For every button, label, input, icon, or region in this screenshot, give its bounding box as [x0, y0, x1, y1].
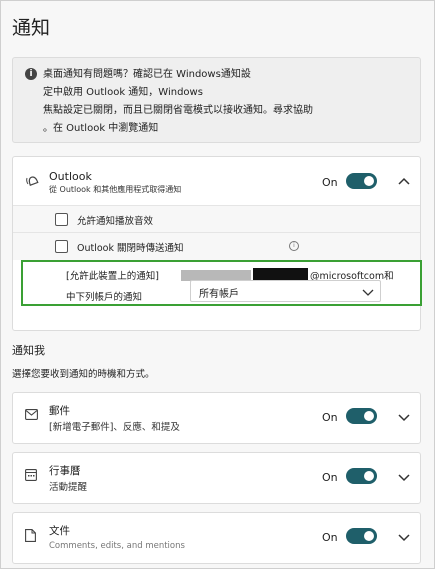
toggle-knob: [364, 531, 374, 541]
calendar-title: 行事曆: [49, 465, 81, 477]
account-label-prefix: [允許此裝置上的通知]: [66, 271, 159, 282]
chevron-down-icon[interactable]: [398, 534, 410, 542]
category-mail[interactable]: 郵件 [新增電子郵件]、反應、和提及 On: [12, 392, 421, 444]
toggle-knob: [364, 411, 374, 421]
category-files[interactable]: 文件 Comments, edits, and mentions On: [12, 512, 421, 564]
chevron-down-icon: [362, 289, 374, 296]
account-label-line2: 中下列帳戶的通知: [66, 292, 143, 303]
mail-toggle[interactable]: [346, 408, 377, 424]
mail-icon: [25, 409, 38, 420]
outlook-subtitle: 從 Outlook 和其他應用程式取得通知: [49, 185, 182, 194]
account-notifications-box: [允許此裝置上的通知] @microsoftcom和 中下列帳戶的通知 所有帳戶: [21, 260, 422, 306]
info-line: 桌面通知有問題嗎？確認已在 Windows通知設: [43, 69, 251, 80]
closed-checkbox[interactable]: [55, 240, 68, 253]
info-banner: i 桌面通知有問題嗎？確認已在 Windows通知設 定中啟用 Outlook …: [12, 57, 421, 143]
mail-subtitle: [新增電子郵件]、反應、和提及: [49, 422, 180, 433]
document-icon: [25, 529, 36, 542]
info-icon: i: [25, 68, 37, 80]
bell-ring-icon: [26, 176, 39, 186]
sound-checkbox[interactable]: [55, 213, 68, 226]
notify-me-title: 通知我: [12, 344, 45, 357]
notify-me-subtitle: 選擇您要收到通知的時機和方式。: [12, 369, 155, 380]
info-small-icon[interactable]: i: [289, 241, 299, 251]
sound-label: 允許通知播放音效: [77, 216, 154, 227]
files-title: 文件: [49, 525, 70, 537]
page-title: 通知: [12, 17, 51, 39]
info-line[interactable]: 焦點設定已關閉，而且已關閉省電模式以接收通知。尋求協助: [43, 102, 403, 120]
outlook-toggle[interactable]: [346, 173, 377, 189]
option-closed[interactable]: Outlook 關閉時傳送通知 i: [13, 232, 420, 260]
chevron-down-icon[interactable]: [398, 474, 410, 482]
calendar-icon: [25, 469, 37, 481]
calendar-subtitle: 活動提醒: [49, 482, 88, 493]
account-select[interactable]: 所有帳戶: [190, 280, 381, 302]
info-text: 桌面通知有問題嗎？確認已在 Windows通知設 定中啟用 Outlook 通知…: [43, 66, 403, 138]
settings-panel: 通知 i 桌面通知有問題嗎？確認已在 Windows通知設 定中啟用 Outlo…: [0, 0, 435, 569]
outlook-notifications-card: Outlook 從 Outlook 和其他應用程式取得通知 On 允許通知播放音…: [12, 156, 422, 331]
files-toggle-label: On: [322, 531, 338, 544]
mail-title: 郵件: [49, 405, 70, 417]
outlook-toggle-label: On: [322, 176, 338, 189]
calendar-toggle[interactable]: [346, 468, 377, 484]
mail-toggle-label: On: [322, 411, 338, 424]
option-sound[interactable]: 允許通知播放音效: [13, 205, 420, 233]
info-line[interactable]: 。在 Outlook 中瀏覽通知: [43, 120, 403, 138]
toggle-knob: [364, 471, 374, 481]
toggle-knob: [364, 176, 374, 186]
chevron-up-icon[interactable]: [398, 177, 410, 185]
outlook-title: Outlook: [49, 170, 92, 183]
closed-label: Outlook 關閉時傳送通知: [77, 243, 184, 254]
chevron-down-icon[interactable]: [398, 414, 410, 422]
info-line: 定中啟用 Outlook 通知，Windows: [43, 87, 203, 98]
files-subtitle: Comments, edits, and mentions: [49, 541, 185, 551]
calendar-toggle-label: On: [322, 471, 338, 484]
account-select-value: 所有帳戶: [199, 289, 239, 300]
outlook-row[interactable]: Outlook 從 Outlook 和其他應用程式取得通知 On: [13, 157, 420, 205]
files-toggle[interactable]: [346, 528, 377, 544]
category-calendar[interactable]: 行事曆 活動提醒 On: [12, 452, 421, 504]
